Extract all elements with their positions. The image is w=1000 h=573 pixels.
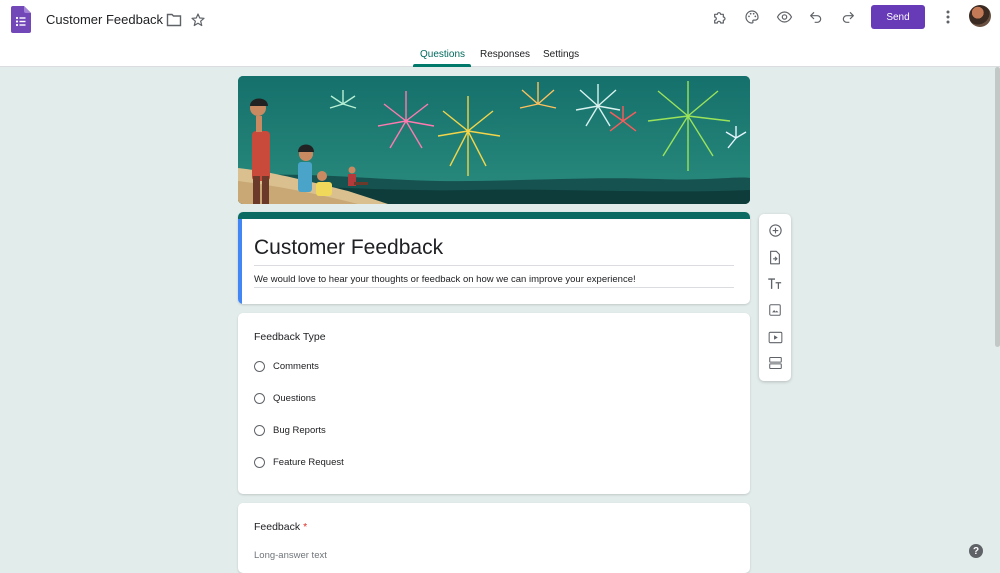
title-underline bbox=[254, 265, 734, 266]
document-title[interactable]: Customer Feedback bbox=[46, 12, 163, 27]
redo-icon[interactable] bbox=[836, 5, 860, 29]
description-underline bbox=[254, 287, 734, 288]
floating-question-toolbar bbox=[759, 214, 791, 381]
more-vert-icon[interactable] bbox=[936, 5, 960, 29]
forms-logo-icon[interactable] bbox=[11, 6, 31, 33]
undo-icon[interactable] bbox=[804, 5, 828, 29]
add-section-icon[interactable] bbox=[765, 353, 785, 373]
radio-button[interactable] bbox=[254, 456, 265, 468]
add-video-icon[interactable] bbox=[765, 327, 785, 347]
header-banner-image bbox=[238, 76, 750, 204]
selected-card-indicator bbox=[238, 219, 242, 304]
addon-puzzle-icon[interactable] bbox=[708, 5, 732, 29]
radio-button[interactable] bbox=[254, 424, 265, 436]
radio-button[interactable] bbox=[254, 360, 265, 372]
tab-responses[interactable]: Responses bbox=[480, 49, 530, 60]
form-description-field[interactable]: We would love to hear your thoughts or f… bbox=[254, 274, 636, 285]
page-scrollbar[interactable] bbox=[995, 67, 1000, 347]
tab-questions[interactable]: Questions bbox=[420, 49, 465, 60]
tab-settings[interactable]: Settings bbox=[543, 49, 579, 60]
import-questions-icon[interactable] bbox=[765, 247, 785, 267]
option-label: Questions bbox=[273, 392, 316, 404]
top-bar: Customer Feedback Send Questions Respons… bbox=[0, 0, 1000, 67]
option-label: Feature Request bbox=[273, 456, 344, 468]
question-title-text: Feedback bbox=[254, 521, 301, 533]
option-label: Comments bbox=[273, 360, 319, 372]
question-card-feedback-type[interactable]: Feedback Type Comments Questions Bug Rep… bbox=[238, 313, 750, 494]
question-title[interactable]: Feedback * bbox=[254, 521, 307, 533]
active-tab-indicator bbox=[413, 64, 471, 67]
palette-icon[interactable] bbox=[740, 5, 764, 29]
avatar[interactable] bbox=[969, 5, 991, 27]
required-asterisk: * bbox=[303, 521, 308, 533]
long-answer-placeholder: Long-answer text bbox=[254, 550, 327, 561]
add-question-icon[interactable] bbox=[765, 220, 785, 240]
radio-button[interactable] bbox=[254, 392, 265, 404]
folder-icon[interactable] bbox=[162, 8, 186, 32]
option-label: Bug Reports bbox=[273, 424, 326, 436]
help-icon[interactable]: ? bbox=[969, 544, 983, 558]
option-comments[interactable]: Comments bbox=[254, 359, 319, 373]
tab-bar: Questions Responses Settings bbox=[0, 46, 1000, 67]
option-questions[interactable]: Questions bbox=[254, 391, 316, 405]
preview-eye-icon[interactable] bbox=[772, 5, 796, 29]
add-image-icon[interactable] bbox=[765, 300, 785, 320]
option-bug-reports[interactable]: Bug Reports bbox=[254, 423, 326, 437]
form-title-field[interactable]: Customer Feedback bbox=[254, 236, 443, 260]
star-icon[interactable] bbox=[186, 8, 210, 32]
add-title-icon[interactable] bbox=[765, 274, 785, 294]
question-title[interactable]: Feedback Type bbox=[254, 331, 326, 343]
send-button[interactable]: Send bbox=[871, 5, 925, 29]
option-feature-request[interactable]: Feature Request bbox=[254, 455, 344, 469]
form-title-card: Customer Feedback We would love to hear … bbox=[238, 212, 750, 304]
theme-color-strip bbox=[238, 212, 750, 219]
